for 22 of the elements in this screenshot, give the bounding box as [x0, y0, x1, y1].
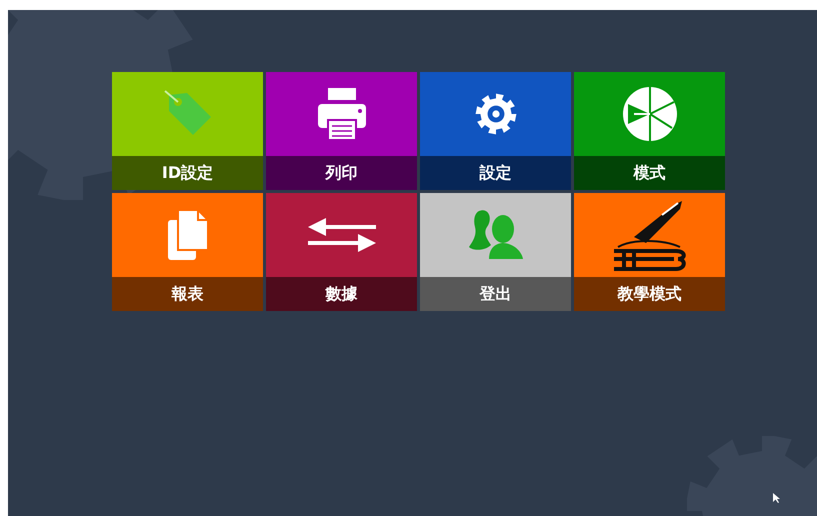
swap-arrows-icon [306, 216, 378, 254]
tile-label: 列印 [266, 156, 417, 190]
menu-tile[interactable]: 數據 [266, 193, 417, 311]
menu-tile[interactable]: 列印 [266, 72, 417, 190]
tile-label: 模式 [574, 156, 725, 190]
tile-label: ID設定 [112, 156, 263, 190]
tile-label: 設定 [420, 156, 571, 190]
documents-icon [166, 208, 210, 262]
menu-tile[interactable]: ID設定 [112, 72, 263, 190]
menu-tile[interactable]: 模式 [574, 72, 725, 190]
mouse-cursor-icon [772, 492, 781, 504]
dial-icon [622, 86, 678, 142]
tile-label: 數據 [266, 277, 417, 311]
menu-tile[interactable]: 登出 [420, 193, 571, 311]
menu-tile[interactable]: 報表 [112, 193, 263, 311]
menu-tile[interactable]: 設定 [420, 72, 571, 190]
tile-label: 登出 [420, 277, 571, 311]
tile-label: 報表 [112, 277, 263, 311]
printer-icon [316, 86, 368, 142]
menu-tile[interactable]: 教學模式 [574, 193, 725, 311]
tile-label: 教學模式 [574, 277, 725, 311]
pen-and-book-icon [612, 199, 688, 271]
